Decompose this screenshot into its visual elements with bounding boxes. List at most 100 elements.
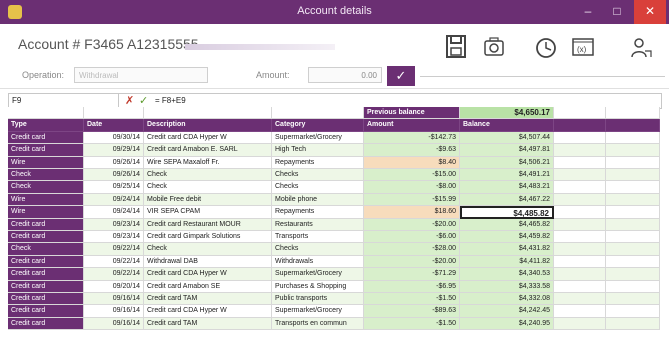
type-cell[interactable]: Credit card xyxy=(8,131,84,145)
category-cell[interactable]: Transports en commun xyxy=(272,317,364,331)
empty-cell[interactable] xyxy=(606,144,660,157)
category-cell[interactable]: Repayments xyxy=(272,206,364,219)
empty-cell[interactable] xyxy=(606,169,660,182)
empty-cell[interactable] xyxy=(554,144,606,157)
date-cell[interactable]: 09/20/14 xyxy=(84,280,144,293)
balance-cell[interactable]: $4,332.08 xyxy=(460,293,554,306)
amount-field[interactable]: 0.00 xyxy=(308,67,382,83)
category-cell[interactable]: Supermarket/Grocery xyxy=(272,131,364,145)
balance-cell[interactable]: $4,497.81 xyxy=(460,144,554,157)
empty-cell[interactable] xyxy=(554,181,606,194)
empty-cell[interactable] xyxy=(606,193,660,207)
table-row[interactable]: Credit card 09/23/14 Credit card Gimpark S… xyxy=(8,231,660,244)
amount-cell[interactable]: -$20.00 xyxy=(364,255,460,269)
empty-cell[interactable] xyxy=(606,305,660,318)
description-cell[interactable]: Credit card Amabon SE xyxy=(144,280,272,293)
empty-cell[interactable] xyxy=(272,107,364,120)
empty-cell[interactable] xyxy=(606,268,660,281)
type-cell[interactable]: Wire xyxy=(8,156,84,169)
amount-cell[interactable]: -$1.50 xyxy=(364,293,460,306)
previous-balance-value[interactable]: $4,650.17 xyxy=(460,107,554,120)
empty-cell[interactable] xyxy=(606,218,660,231)
table-row[interactable]: Credit card 09/30/14 Credit card CDA Hyper… xyxy=(8,131,660,145)
empty-cell[interactable] xyxy=(606,280,660,293)
empty-cell[interactable] xyxy=(554,193,606,207)
empty-cell[interactable] xyxy=(606,156,660,169)
amount-cell[interactable]: -$89.63 xyxy=(364,305,460,318)
balance-cell[interactable]: $4,240.95 xyxy=(460,317,554,331)
table-row[interactable]: Check 09/22/14 Check Checks -$28.00 $4,431.82 xyxy=(8,243,660,256)
empty-cell[interactable] xyxy=(606,293,660,306)
description-cell[interactable]: Check xyxy=(144,169,272,182)
category-cell[interactable]: High Tech xyxy=(272,144,364,157)
formula-button[interactable]: (x) xyxy=(567,32,599,62)
empty-cell[interactable] xyxy=(554,169,606,182)
amount-cell[interactable]: -$15.00 xyxy=(364,169,460,182)
category-cell[interactable]: Checks xyxy=(272,243,364,256)
empty-cell[interactable] xyxy=(554,280,606,293)
description-cell[interactable]: Wire SEPA Maxaloff Fr. xyxy=(144,156,272,169)
table-row[interactable]: Credit card 09/16/14 Credit card TAM Public… xyxy=(8,293,660,306)
amount-cell[interactable]: -$9.63 xyxy=(364,144,460,157)
date-cell[interactable]: 09/26/14 xyxy=(84,169,144,182)
date-cell[interactable]: 09/16/14 xyxy=(84,317,144,331)
empty-cell[interactable] xyxy=(606,317,660,331)
type-cell[interactable]: Credit card xyxy=(8,218,84,231)
table-row[interactable]: Check 09/25/14 Check Checks -$8.00 $4,483.21 xyxy=(8,181,660,194)
balance-cell[interactable]: $4,340.53 xyxy=(460,268,554,281)
table-row[interactable]: Credit card 09/16/14 Credit card CDA Hyper… xyxy=(8,305,660,318)
date-cell[interactable]: 09/25/14 xyxy=(84,181,144,194)
type-cell[interactable]: Wire xyxy=(8,193,84,207)
empty-cell[interactable] xyxy=(554,268,606,281)
empty-cell[interactable] xyxy=(554,156,606,169)
category-cell[interactable]: Mobile phone xyxy=(272,193,364,207)
date-cell[interactable]: 09/24/14 xyxy=(84,193,144,207)
users-button[interactable] xyxy=(626,32,658,62)
type-cell[interactable]: Credit card xyxy=(8,280,84,293)
amount-cell[interactable]: -$6.95 xyxy=(364,280,460,293)
empty-cell[interactable] xyxy=(554,231,606,244)
type-cell[interactable]: Check xyxy=(8,243,84,256)
description-cell[interactable]: Credit card TAM xyxy=(144,317,272,331)
empty-cell[interactable] xyxy=(84,107,144,120)
table-row[interactable]: Credit card 09/22/14 Withdrawal DAB Withdra… xyxy=(8,255,660,269)
amount-cell[interactable]: $18.60 xyxy=(364,206,460,219)
empty-cell[interactable] xyxy=(606,231,660,244)
date-cell[interactable]: 09/16/14 xyxy=(84,305,144,318)
type-cell[interactable]: Check xyxy=(8,181,84,194)
description-cell[interactable]: Withdrawal DAB xyxy=(144,255,272,269)
date-cell[interactable]: 09/22/14 xyxy=(84,268,144,281)
description-cell[interactable]: Credit card Gimpark Solutions xyxy=(144,231,272,244)
description-cell[interactable]: Credit card TAM xyxy=(144,293,272,306)
close-button[interactable]: ✕ xyxy=(634,0,666,24)
empty-cell[interactable] xyxy=(554,305,606,318)
date-cell[interactable]: 09/24/14 xyxy=(84,206,144,219)
description-cell[interactable]: VIR SEPA CPAM xyxy=(144,206,272,219)
date-cell[interactable]: 09/29/14 xyxy=(84,144,144,157)
balance-cell[interactable]: $4,459.82 xyxy=(460,231,554,244)
type-cell[interactable]: Credit card xyxy=(8,255,84,269)
description-cell[interactable]: Credit card CDA Hyper W xyxy=(144,268,272,281)
date-cell[interactable]: 09/22/14 xyxy=(84,243,144,256)
description-cell[interactable]: Mobile Free debit xyxy=(144,193,272,207)
date-cell[interactable]: 09/26/14 xyxy=(84,156,144,169)
empty-cell[interactable] xyxy=(554,293,606,306)
amount-cell[interactable]: -$28.00 xyxy=(364,243,460,256)
date-cell[interactable]: 09/30/14 xyxy=(84,131,144,145)
table-row[interactable]: Wire 09/26/14 Wire SEPA Maxaloff Fr. Repaym… xyxy=(8,156,660,169)
balance-cell[interactable]: $4,467.22 xyxy=(460,193,554,207)
category-cell[interactable]: Checks xyxy=(272,181,364,194)
description-cell[interactable]: Check xyxy=(144,181,272,194)
amount-cell[interactable]: -$1.50 xyxy=(364,317,460,331)
empty-cell[interactable] xyxy=(554,243,606,256)
empty-cell[interactable] xyxy=(606,255,660,269)
type-cell[interactable]: Credit card xyxy=(8,144,84,157)
empty-cell[interactable] xyxy=(8,107,84,120)
amount-cell[interactable]: $8.40 xyxy=(364,156,460,169)
category-cell[interactable]: Supermarket/Grocery xyxy=(272,268,364,281)
table-row[interactable]: Credit card 09/20/14 Credit card Amabon SE… xyxy=(8,280,660,293)
balance-cell[interactable]: $4,507.44 xyxy=(460,131,554,145)
empty-cell[interactable] xyxy=(554,206,606,219)
table-row[interactable]: Credit card 09/29/14 Credit card Amabon E.… xyxy=(8,144,660,157)
empty-cell[interactable] xyxy=(606,107,660,120)
